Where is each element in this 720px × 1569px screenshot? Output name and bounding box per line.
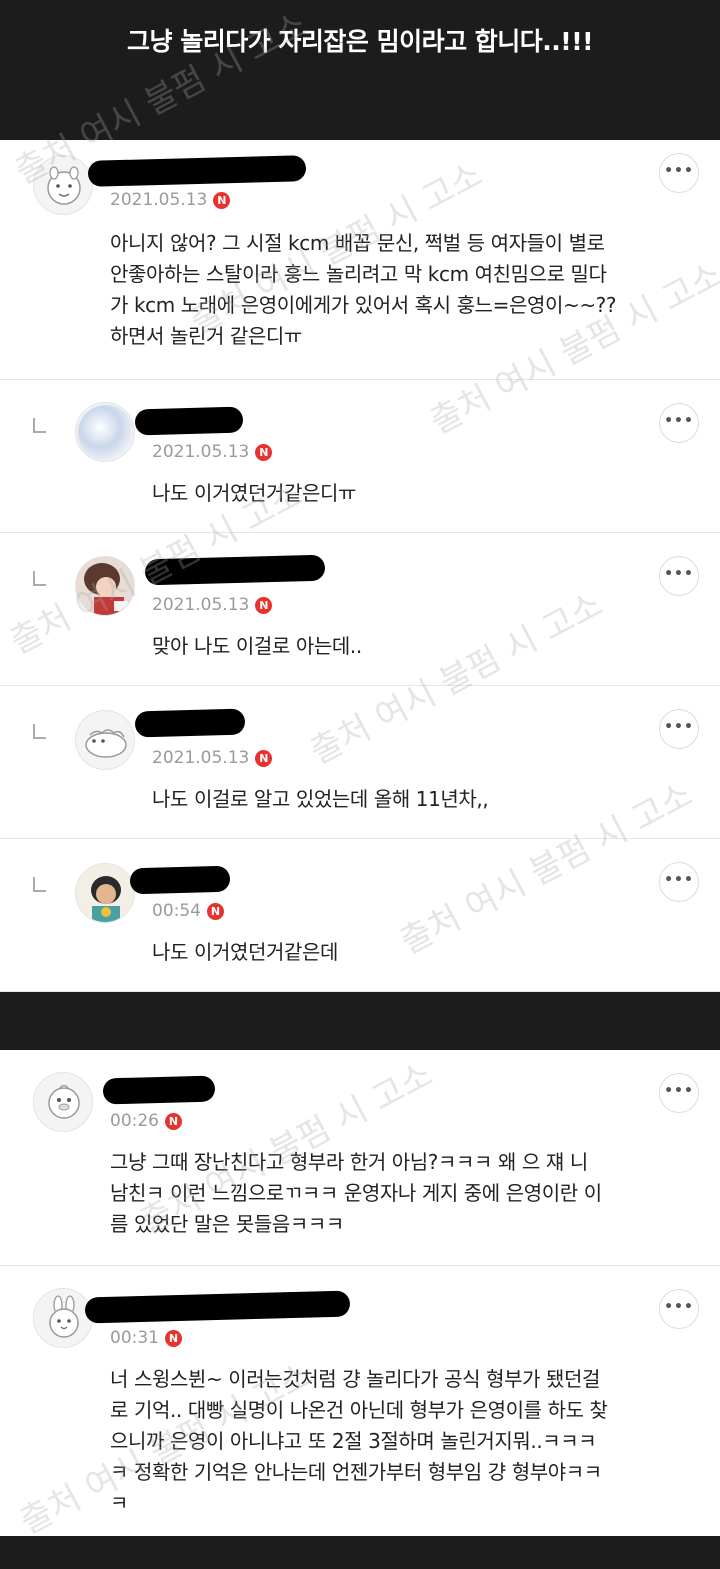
comment-date: 2021.05.13 N (152, 442, 273, 462)
comment-text: 그냥 그때 장난친다고 형부라 한거 아님?ㅋㅋㅋ 왜 으 쟤 니 남친ㅋ 이런… (110, 1150, 602, 1236)
reply-item: 2021.05.13 N ••• 나도 이거였던거같은디ㅠ (0, 380, 720, 533)
comment-panel-bottom: 00:26 N ••• 그냥 그때 장난친다고 형부라 한거 아님?ㅋㅋㅋ 왜 으… (0, 1050, 720, 1536)
comment-text: 맞아 나도 이걸로 아는데.. (152, 634, 362, 658)
pearl-avatar[interactable] (75, 402, 135, 462)
reply-item: 00:54 N ••• 나도 이거였던거같은데 (0, 839, 720, 992)
comment-item: 00:26 N ••• 그냥 그때 장난친다고 형부라 한거 아님?ㅋㅋㅋ 왜 으… (0, 1050, 720, 1266)
comment-date: 2021.05.13 N (152, 595, 273, 615)
new-badge: N (255, 597, 273, 614)
comment-item: 2021.05.13 N ••• 아니지 않어? 그 시절 kcm 배꼽 문신, … (0, 140, 720, 380)
duck-avatar[interactable] (33, 1072, 93, 1132)
reply-arrow-icon (33, 877, 46, 892)
section-divider (0, 992, 720, 1050)
new-badge: N (207, 903, 224, 920)
photo-avatar[interactable] (75, 556, 135, 616)
new-badge: N (165, 1330, 182, 1347)
comment-date: 00:31 N (110, 1328, 182, 1348)
new-badge: N (165, 1113, 182, 1130)
comment-date: 2021.05.13 N (110, 190, 231, 210)
redacted-nickname (134, 406, 244, 436)
comment-text: 너 스윙스뷘~ 이러는것처럼 걍 놀리다가 공식 형부가 됐던걸 로 기억.. … (110, 1367, 608, 1515)
reply-arrow-icon (33, 571, 46, 586)
redacted-nickname (84, 1290, 351, 1324)
more-options-button[interactable]: ••• (659, 1289, 699, 1329)
more-options-button[interactable]: ••• (659, 403, 699, 443)
sheep-avatar[interactable] (75, 710, 135, 770)
comment-item: 00:31 N ••• 너 스윙스뷘~ 이러는것처럼 걍 놀리다가 공식 형부가 … (0, 1266, 720, 1536)
more-options-button[interactable]: ••• (659, 862, 699, 902)
comment-text: 나도 이걸로 알고 있었는데 올해 11년차,, (152, 787, 489, 811)
comment-date: 00:54 N (152, 901, 224, 921)
more-options-button[interactable]: ••• (659, 1073, 699, 1113)
header-bar: 그냥 놀리다가 자리잡은 밈이라고 합니다..!!! (0, 0, 720, 140)
redacted-nickname (87, 155, 307, 187)
more-options-button[interactable]: ••• (659, 556, 699, 596)
new-badge: N (213, 192, 231, 209)
more-options-button[interactable]: ••• (659, 153, 699, 193)
comment-text: 나도 이거였던거같은데 (152, 940, 338, 964)
reply-item: 2021.05.13 N ••• 나도 이걸로 알고 있었는데 올해 11년차,, (0, 686, 720, 839)
new-badge: N (255, 750, 273, 767)
reply-arrow-icon (33, 724, 46, 739)
comment-text: 아니지 않어? 그 시절 kcm 배꼽 문신, 쩍벌 등 여자들이 별로 안좋아… (110, 231, 617, 348)
alpaca-avatar[interactable] (33, 155, 93, 215)
girl-avatar[interactable] (75, 863, 135, 923)
redacted-nickname (134, 708, 246, 738)
reply-arrow-icon (33, 418, 46, 433)
comment-text: 나도 이거였던거같은디ㅠ (152, 481, 356, 505)
comment-date: 00:26 N (110, 1111, 182, 1131)
more-options-button[interactable]: ••• (659, 709, 699, 749)
rabbit-avatar[interactable] (33, 1288, 93, 1348)
comment-panel-top: 2021.05.13 N ••• 아니지 않어? 그 시절 kcm 배꼽 문신, … (0, 140, 720, 992)
page-title: 그냥 놀리다가 자리잡은 밈이라고 합니다..!!! (126, 27, 594, 56)
new-badge: N (255, 444, 273, 461)
reply-item: 2021.05.13 N ••• 맞아 나도 이걸로 아는데.. (0, 533, 720, 686)
redacted-nickname (144, 554, 326, 586)
comment-date: 2021.05.13 N (152, 748, 273, 768)
redacted-nickname (129, 865, 231, 895)
redacted-nickname (102, 1075, 216, 1105)
